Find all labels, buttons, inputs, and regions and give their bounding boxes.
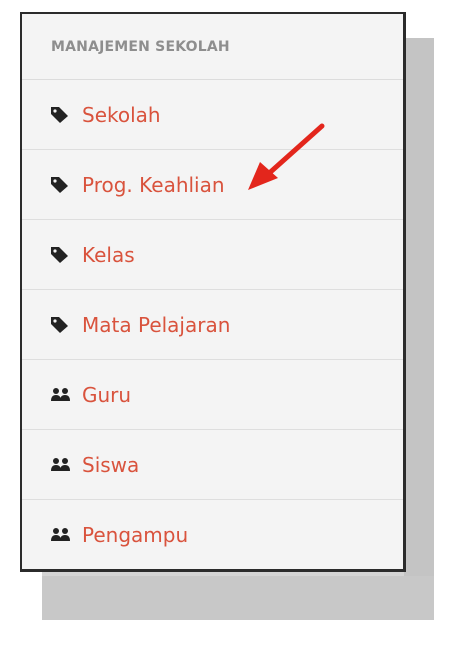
tag-icon: [50, 315, 74, 335]
menu-item-label: Siswa: [82, 452, 140, 477]
menu-item-guru[interactable]: Guru: [22, 360, 403, 430]
menu-item-label: Kelas: [82, 242, 135, 267]
menu-item-prog-keahlian[interactable]: Prog. Keahlian: [22, 150, 403, 220]
menu-item-label: Prog. Keahlian: [82, 172, 225, 197]
menu-item-label: Guru: [82, 382, 132, 407]
users-icon: [50, 455, 74, 475]
menu-item-kelas[interactable]: Kelas: [22, 220, 403, 290]
menu-item-label: Mata Pelajaran: [82, 312, 231, 337]
users-icon: [50, 385, 74, 405]
menu-header: MANAJEMEN SEKOLAH: [22, 14, 403, 80]
menu-item-label: Pengampu: [82, 523, 189, 547]
tag-icon: [50, 105, 74, 125]
red-arrow-icon: [248, 123, 325, 190]
menu-item-pengampu[interactable]: Pengampu: [22, 500, 403, 570]
panel-shadow-right: [404, 38, 434, 578]
menu-item-sekolah[interactable]: Sekolah: [22, 80, 403, 150]
users-icon: [50, 525, 74, 545]
tag-icon: [50, 245, 74, 265]
panel-shadow-bottom: [42, 576, 434, 620]
menu-item-mata-pelajaran[interactable]: Mata Pelajaran: [22, 290, 403, 360]
menu-header-label: MANAJEMEN SEKOLAH: [51, 38, 230, 55]
menu-item-siswa[interactable]: Siswa: [22, 430, 403, 500]
menu-item-label: Sekolah: [82, 102, 161, 127]
sidebar-menu-panel: MANAJEMEN SEKOLAH Sekolah Prog. Keahlian: [20, 12, 406, 572]
tag-icon: [50, 175, 74, 195]
